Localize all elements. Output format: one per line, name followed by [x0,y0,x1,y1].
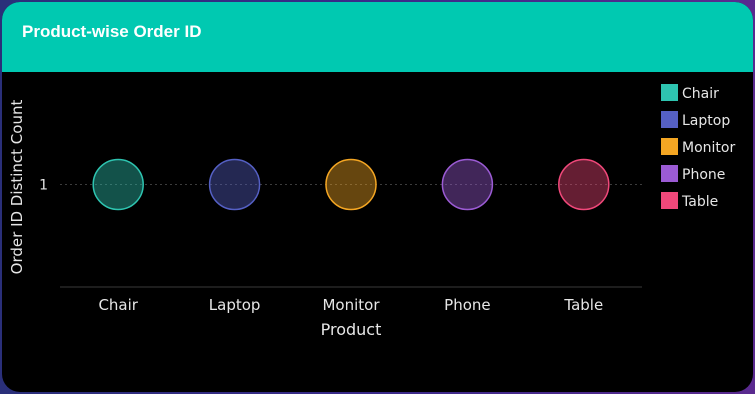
legend-label: Table [681,194,718,210]
point-table [558,158,610,211]
legend-swatch [661,138,678,155]
x-axis-label: Product [321,320,382,339]
x-tick-label: Laptop [209,296,261,314]
legend-swatch [661,111,678,128]
point-laptop [208,158,261,211]
legend-item-laptop: Laptop [661,111,730,129]
legend-item-table: Table [661,192,718,210]
x-tick-label: Phone [444,296,490,314]
legend-item-monitor: Monitor [661,138,735,156]
y-axis-label: Order ID Distinct Count [8,100,26,275]
legend-label: Laptop [682,113,730,129]
point-chair [92,158,144,211]
x-tick-label: Chair [98,296,138,314]
y-tick-label: 1 [39,178,48,194]
chart-plot: 1 Chair Laptop Monitor Phone Table Chair Lapto… [8,84,735,339]
x-tick-label: Monitor [322,296,380,314]
legend-label: Phone [682,167,725,183]
x-tick-label: Table [563,296,603,314]
legend-swatch [661,84,678,101]
legend-label: Chair [682,86,719,102]
legend-swatch [661,192,678,209]
legend-label: Monitor [682,140,735,156]
legend-item-chair: Chair [661,84,719,102]
legend-item-phone: Phone [661,165,725,183]
point-monitor [325,158,377,211]
point-phone [441,158,494,211]
chart-card: Product-wise Order ID 1 Chair Laptop Monito… [2,2,753,392]
legend-swatch [661,165,678,182]
